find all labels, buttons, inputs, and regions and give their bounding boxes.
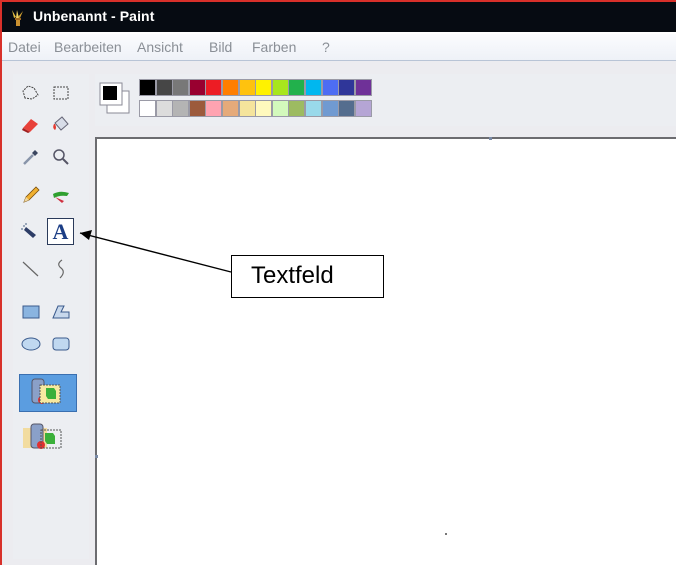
palette-swatch[interactable] [172, 79, 189, 96]
palette-swatch[interactable] [338, 79, 355, 96]
palette-swatch[interactable] [156, 100, 173, 117]
palette-swatch[interactable] [156, 79, 173, 96]
menu-image[interactable]: Bild [209, 39, 232, 55]
palette-swatch[interactable] [222, 79, 239, 96]
select-tool[interactable] [48, 80, 73, 105]
transparent-background-option[interactable] [19, 420, 77, 458]
ellipse-tool[interactable] [18, 331, 43, 356]
text-a-icon: A [52, 219, 69, 244]
palette-swatch[interactable] [205, 79, 222, 96]
paint-app-icon [10, 9, 26, 27]
palette-swatch[interactable] [272, 100, 289, 117]
drawing-canvas[interactable] [97, 139, 676, 565]
lasso-select-icon [21, 84, 39, 100]
palette-swatch[interactable] [255, 100, 272, 117]
palette-swatch[interactable] [355, 100, 372, 117]
rounded-rectangle-icon [52, 337, 69, 350]
menu-colors[interactable]: Farben [252, 39, 296, 55]
brush-tool[interactable] [48, 182, 73, 207]
brush-icon [52, 191, 69, 203]
palette-swatch[interactable] [139, 79, 156, 96]
text-tool[interactable]: A [47, 218, 74, 245]
line-icon [22, 261, 38, 276]
free-form-select-tool[interactable] [18, 80, 43, 105]
eraser-icon [21, 118, 38, 133]
ellipse-icon [21, 337, 40, 350]
magnifier-icon [52, 148, 69, 165]
fill-tool[interactable] [48, 111, 73, 136]
palette-swatch[interactable] [305, 100, 322, 117]
airbrush-icon [20, 222, 36, 238]
palette-swatch[interactable] [305, 79, 322, 96]
eraser-tool[interactable] [18, 111, 43, 136]
window-title: Unbenannt - Paint [33, 8, 155, 24]
opaque-background-icon [31, 378, 61, 404]
palette-swatch[interactable] [288, 100, 305, 117]
pencil-icon [22, 185, 40, 203]
palette-swatch[interactable] [172, 100, 189, 117]
title-bar[interactable]: Unbenannt - Paint [2, 2, 676, 32]
pencil-tool[interactable] [18, 182, 43, 207]
polygon-tool[interactable] [48, 299, 73, 324]
palette-swatch[interactable] [189, 79, 206, 96]
palette-swatch[interactable] [222, 100, 239, 117]
palette-swatch[interactable] [322, 79, 339, 96]
palette-swatch[interactable] [205, 100, 222, 117]
opaque-background-option[interactable] [19, 374, 77, 412]
canvas-resize-handle-top[interactable] [489, 137, 492, 140]
rectangle-tool[interactable] [18, 299, 43, 324]
menu-help[interactable]: ? [322, 39, 330, 55]
rectangle-icon [22, 305, 39, 318]
rounded-rectangle-tool[interactable] [48, 331, 73, 356]
palette-swatch[interactable] [288, 79, 305, 96]
color-picker-tool[interactable] [18, 144, 43, 169]
transparent-background-icon [23, 423, 62, 449]
polygon-icon [51, 305, 69, 318]
current-colors[interactable] [99, 82, 131, 116]
curve-icon [57, 259, 64, 278]
palette-swatch[interactable] [272, 79, 289, 96]
callout-label: Textfeld [251, 262, 334, 289]
rect-select-icon [53, 86, 68, 99]
palette-swatch[interactable] [139, 100, 156, 117]
curve-tool[interactable] [48, 256, 73, 281]
paint-bucket-icon [52, 115, 69, 131]
canvas-resize-handle-left[interactable] [95, 455, 98, 458]
palette-swatch[interactable] [355, 79, 372, 96]
palette-swatch[interactable] [338, 100, 355, 117]
palette-swatch[interactable] [189, 100, 206, 117]
menu-edit[interactable]: Bearbeiten [54, 39, 122, 55]
eyedropper-icon [22, 149, 38, 165]
magnifier-tool[interactable] [48, 144, 73, 169]
line-tool[interactable] [18, 256, 43, 281]
palette-swatch[interactable] [239, 100, 256, 117]
palette-swatch[interactable] [255, 79, 272, 96]
menu-view[interactable]: Ansicht [137, 39, 183, 55]
canvas-dot [445, 533, 447, 535]
foreground-color-swatch[interactable] [103, 86, 117, 100]
palette-swatch[interactable] [239, 79, 256, 96]
palette-swatch[interactable] [322, 100, 339, 117]
airbrush-tool[interactable] [18, 219, 43, 244]
menu-file[interactable]: Datei [8, 39, 41, 55]
menu-bar: Datei Bearbeiten Ansicht Bild Farben ? [2, 34, 676, 61]
